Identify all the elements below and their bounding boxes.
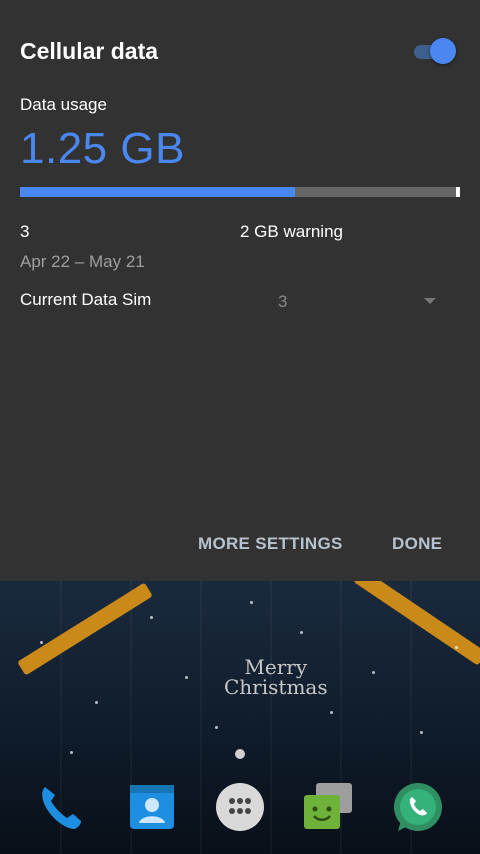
merry-christmas-text: Merry Christmas (224, 657, 328, 697)
toggle-thumb (430, 38, 456, 64)
data-usage-label: Data usage (20, 95, 107, 114)
data-usage-value: 1.25 GB (20, 124, 185, 173)
home-wallpaper: Merry Christmas (0, 581, 480, 854)
snowflake (372, 671, 375, 674)
snowflake (185, 676, 188, 679)
page-indicator-dot (235, 749, 245, 759)
dialog-title: Cellular data (20, 38, 159, 64)
snowflake (300, 631, 303, 634)
billing-date-range: Apr 22 – May 21 (20, 252, 145, 271)
whatsapp-icon[interactable] (390, 781, 442, 833)
messaging-icon[interactable] (302, 781, 354, 833)
snowflake (330, 711, 333, 714)
snowflake (215, 726, 218, 729)
snowflake (250, 601, 253, 604)
usage-limit-marker (456, 187, 460, 197)
more-settings-button[interactable]: MORE SETTINGS (198, 534, 343, 554)
cycle-days-left: 3 (20, 222, 30, 241)
cellular-data-toggle[interactable] (410, 38, 458, 66)
cellular-data-dialog: Cellular data Data usage 1.25 GB 3 2 GB … (0, 0, 480, 581)
wallpaper-ribbon-right (353, 581, 480, 666)
merry-line: Merry (244, 655, 308, 679)
usage-progress-fill (20, 187, 295, 197)
snowflake (95, 701, 98, 704)
snowflake (150, 616, 153, 619)
wallpaper-plank (270, 581, 272, 854)
dropdown-caret-icon (424, 298, 436, 304)
contacts-icon[interactable] (126, 781, 178, 833)
wallpaper-plank (200, 581, 202, 854)
current-data-sim-label: Current Data Sim (20, 290, 152, 309)
data-sim-dropdown[interactable]: 3 (270, 284, 450, 318)
christmas-line: Christmas (224, 675, 328, 699)
phone-icon[interactable] (35, 781, 87, 833)
usage-progress-bar (20, 187, 460, 197)
snowflake (455, 646, 458, 649)
data-warning-label: 2 GB warning (240, 222, 343, 241)
snowflake (420, 731, 423, 734)
wallpaper-ribbon-left (17, 582, 153, 676)
data-sim-value: 3 (278, 292, 288, 311)
app-drawer-icon[interactable] (214, 781, 266, 833)
snowflake (70, 751, 73, 754)
done-button[interactable]: DONE (392, 534, 442, 554)
snowflake (40, 641, 43, 644)
